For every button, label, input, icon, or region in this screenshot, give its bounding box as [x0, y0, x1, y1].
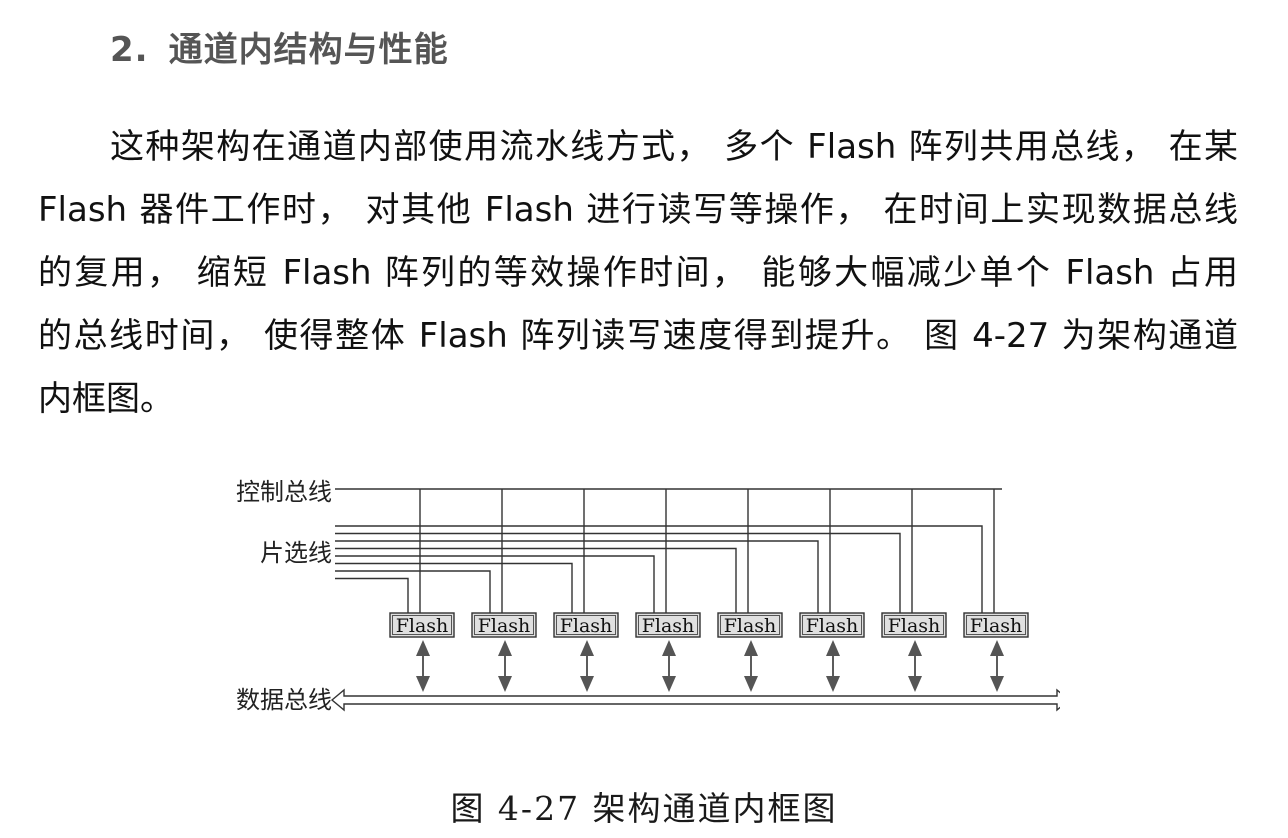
arrow-head-up	[662, 640, 676, 656]
chip-select-line	[335, 547, 737, 613]
chip-select-label: 片选线	[260, 539, 332, 567]
paragraph-line: 的总线时间， 使得整体 Flash 阵列读写速度得到提升。 图 4-27 为架构…	[38, 316, 1238, 356]
arrow-head-up	[744, 640, 758, 656]
data-bus-arrow	[330, 688, 1060, 712]
chip-select-line	[335, 525, 983, 613]
paragraph-line: 这种架构在通道内部使用流水线方式， 多个 Flash 阵列共用总线， 在某	[110, 127, 1238, 167]
arrow-head-up	[908, 640, 922, 656]
paragraph-line: 的复用， 缩短 Flash 阵列的等效操作时间， 能够大幅减少单个 Flash …	[38, 253, 1238, 293]
flash-chip-label: Flash	[642, 615, 695, 637]
flash-chip-label: Flash	[806, 615, 859, 637]
arrow-head-down	[662, 676, 676, 692]
arrow-head-up	[580, 640, 594, 656]
body-paragraph: 这种架构在通道内部使用流水线方式， 多个 Flash 阵列共用总线， 在某 Fl…	[38, 116, 1250, 431]
chip-select-line	[335, 570, 491, 613]
arrow-head-up	[990, 640, 1004, 656]
flash-chip-label: Flash	[888, 615, 941, 637]
flash-chip-label: Flash	[970, 615, 1023, 637]
chip-select-line	[335, 577, 409, 613]
section-heading: 2. 通道内结构与性能	[110, 22, 449, 71]
flash-chip-label: Flash	[724, 615, 777, 637]
control-bus-label: 控制总线	[236, 478, 332, 506]
section-number: 2.	[110, 30, 149, 70]
paragraph-line: 内框图。	[38, 379, 174, 419]
wiring	[335, 488, 1002, 613]
arrow-head-up	[498, 640, 512, 656]
data-bus-label: 数据总线	[236, 686, 332, 714]
arrow-head-down	[498, 676, 512, 692]
bus-arrows	[416, 640, 1004, 692]
arrow-head-up	[826, 640, 840, 656]
section-title: 通道内结构与性能	[168, 30, 449, 70]
figure-caption: 图 4-27 架构通道内框图	[450, 789, 838, 828]
arrow-head-down	[990, 676, 1004, 692]
flash-chip-label: Flash	[560, 615, 613, 637]
arrow-head-down	[826, 676, 840, 692]
arrow-head-down	[908, 676, 922, 692]
paragraph-line: Flash 器件工作时， 对其他 Flash 进行读写等操作， 在时间上实现数据…	[38, 190, 1238, 230]
arrow-head-down	[580, 676, 594, 692]
flash-chip-label: Flash	[478, 615, 531, 637]
channel-block-diagram: 控制总线 片选线 数据总线 Flash Flash Flash Flash Flash F…	[236, 478, 1060, 714]
arrow-head-down	[744, 676, 758, 692]
chip-select-line	[335, 555, 655, 613]
flash-chip-label: Flash	[396, 615, 449, 637]
arrow-head-down	[416, 676, 430, 692]
arrow-head-up	[416, 640, 430, 656]
flash-chips: Flash Flash Flash Flash Flash Flash Flash Flash	[389, 612, 1029, 638]
